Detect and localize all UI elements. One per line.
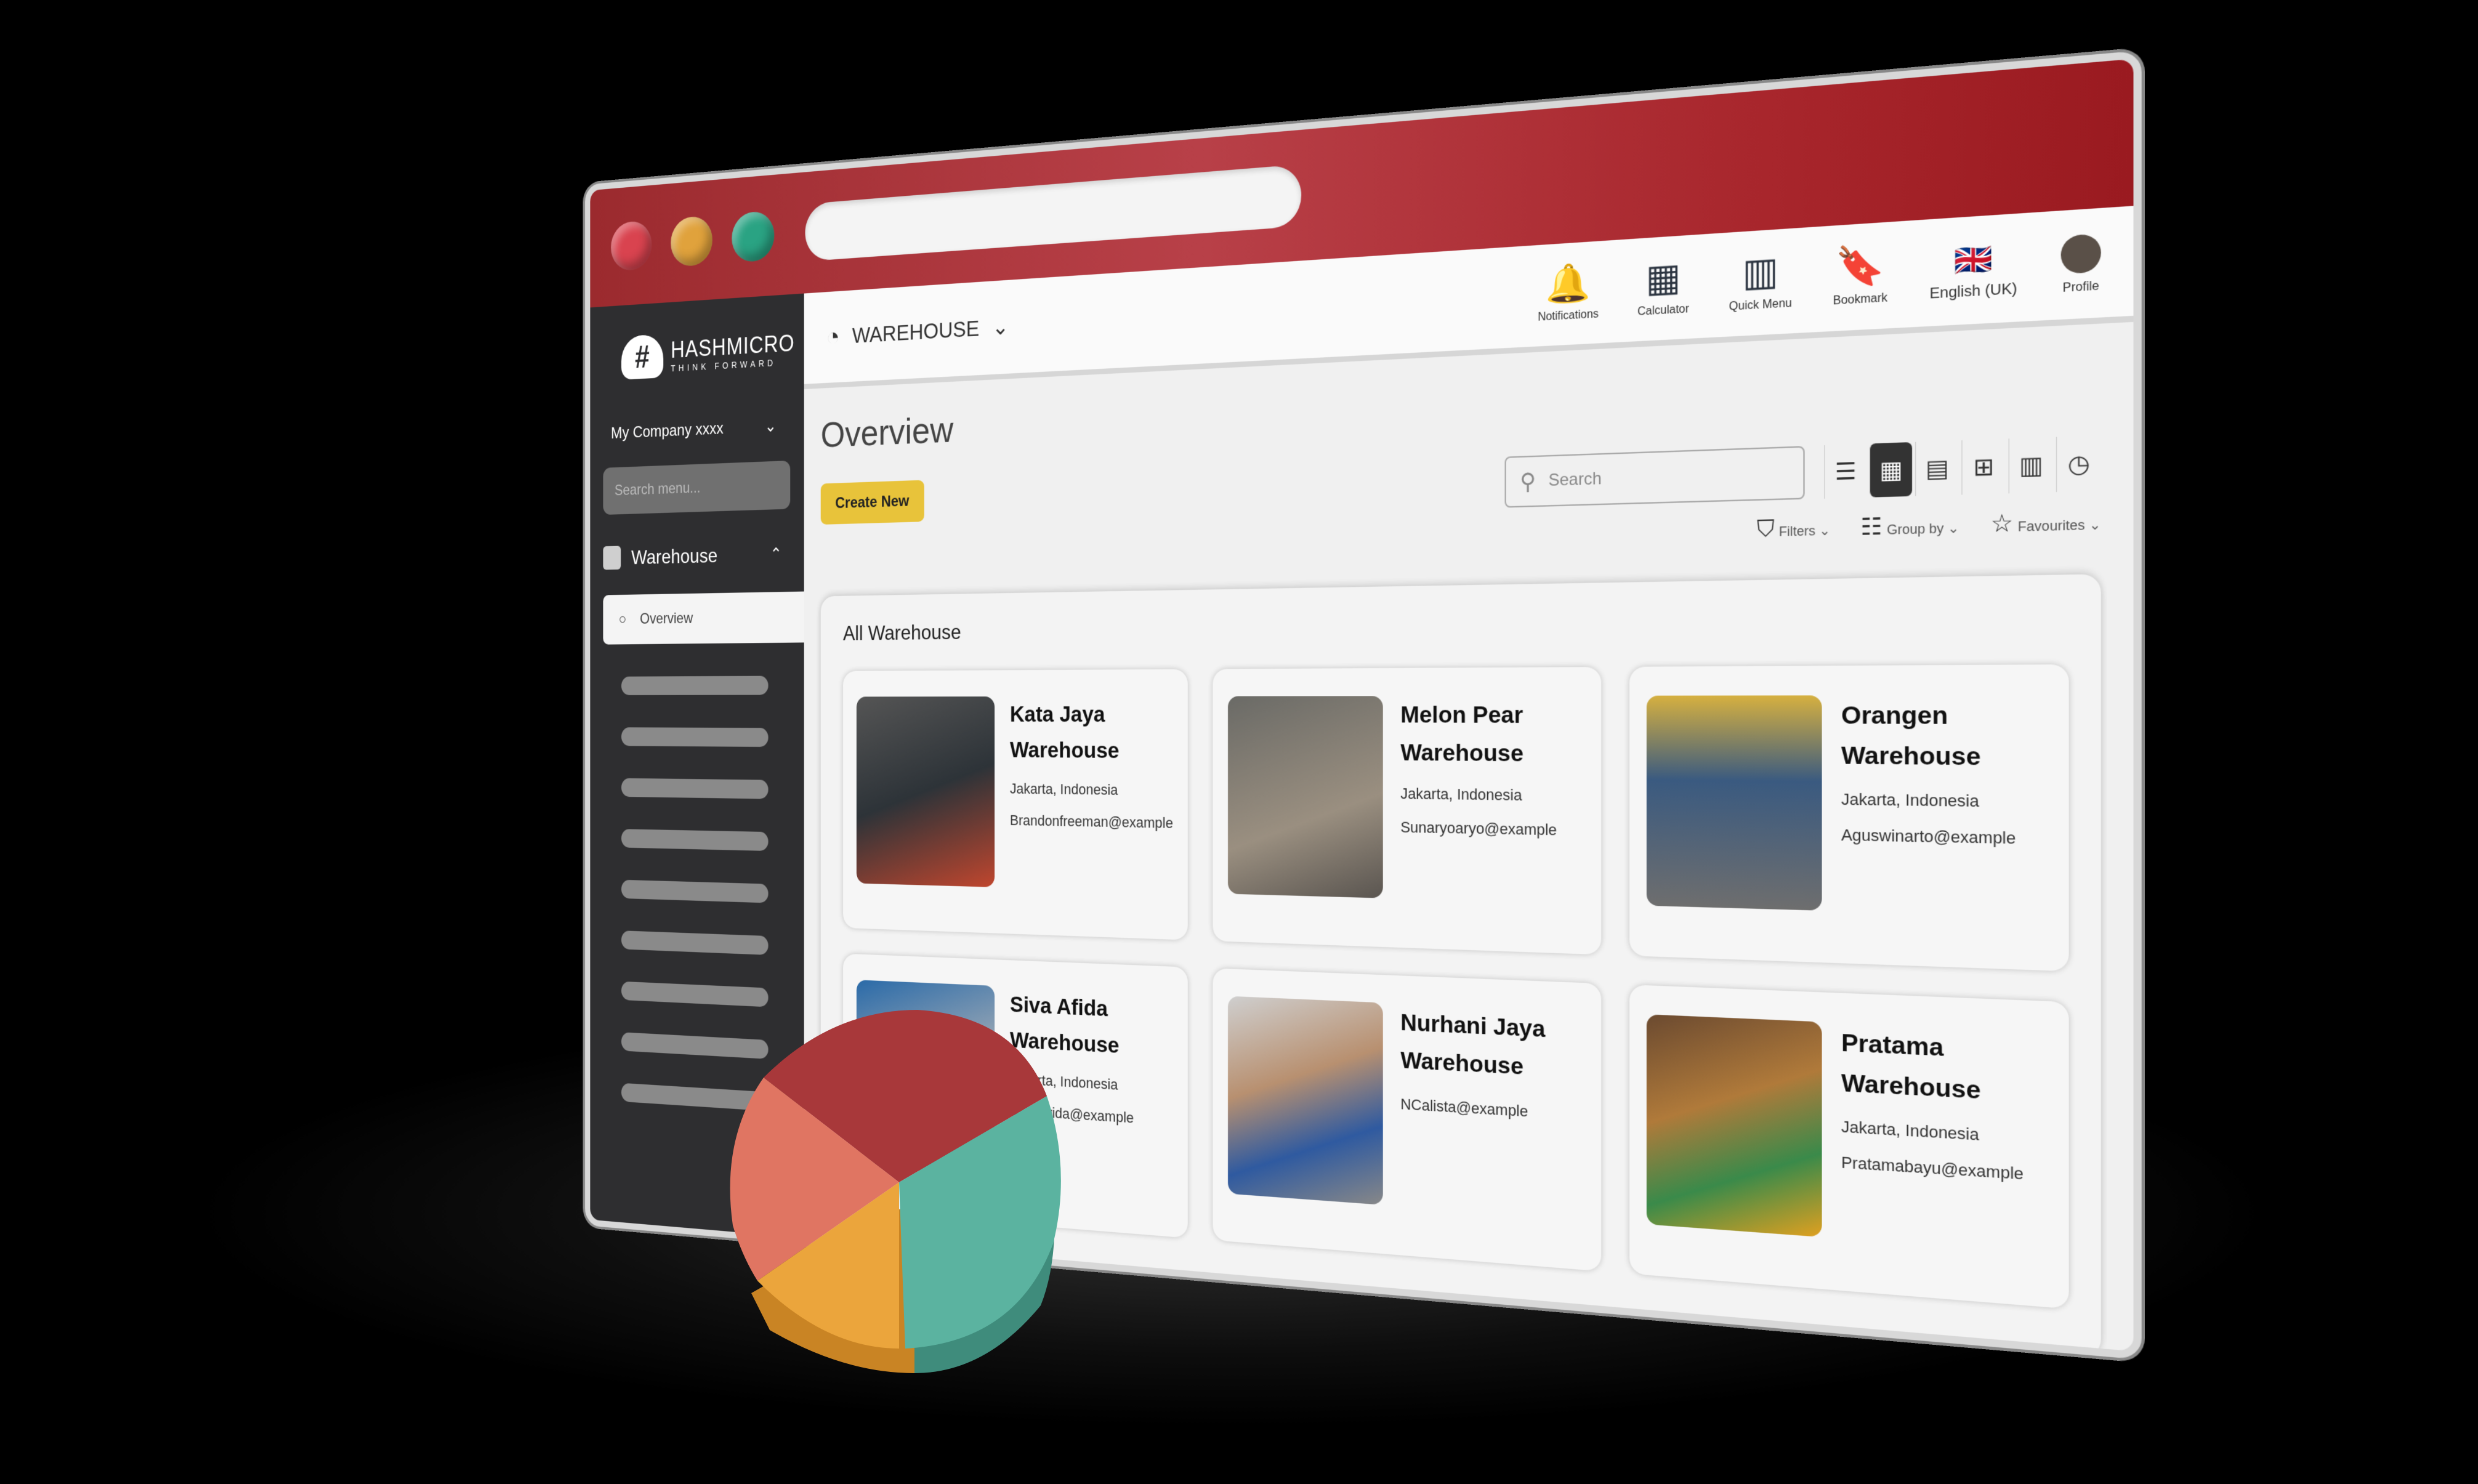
sidebar-placeholder-item[interactable] <box>621 880 769 903</box>
favourites-label: Favourites <box>2018 517 2085 534</box>
circle-icon: ○ <box>619 611 626 628</box>
company-selector[interactable]: My Company xxxx ⌄ <box>590 414 804 443</box>
warehouse-email: Pratamabayu@example <box>1841 1153 2050 1185</box>
view-switcher: ☰ ▦ ▤ ⊞ ▥ ◷ <box>1824 435 2101 499</box>
star-icon: ☆ <box>1990 509 2013 537</box>
filter-icon: ⛉ <box>1757 515 1775 542</box>
warehouse-icon <box>603 546 621 570</box>
sidebar-item-overview[interactable]: ○ Overview <box>603 592 804 645</box>
sidebar-placeholder-item[interactable] <box>621 930 769 955</box>
kanban-view-icon[interactable]: ▦ <box>1870 442 1912 498</box>
icon-label: Bookmark <box>1833 292 1887 308</box>
group-label: Warehouse <box>631 544 717 569</box>
bell-icon: 🔔 <box>1546 264 1591 304</box>
warehouse-card[interactable]: Orangen Warehouse Jakarta, Indonesia Agusw… <box>1629 664 2069 971</box>
bookmark-icon: 🔖 <box>1836 246 1885 288</box>
uk-flag-icon: 🇬🇧 <box>1954 244 1993 276</box>
group-by-button[interactable]: ☷ Group by ⌄ <box>1860 510 1959 541</box>
warehouse-email: NCalista@example <box>1400 1095 1584 1124</box>
chart-view-icon[interactable]: ▥ <box>2009 437 2053 494</box>
language-selector[interactable]: 🇬🇧 English (UK) <box>1929 243 2017 303</box>
warehouse-card[interactable]: Melon Pear Warehouse Jakarta, Indonesia Su… <box>1213 667 1601 954</box>
search-icon: ⚲ <box>1520 467 1536 495</box>
search-placeholder: Search <box>1548 469 1601 491</box>
profile-button[interactable]: Profile <box>2061 233 2101 296</box>
sidebar-group-warehouse[interactable]: Warehouse ⌃ <box>590 534 804 577</box>
warehouse-card[interactable]: Nurhani Jaya Warehouse NCalista@example <box>1213 968 1601 1271</box>
icon-label: Calculator <box>1637 303 1689 319</box>
module-title: WAREHOUSE <box>852 316 979 349</box>
warehouse-location: Jakarta, Indonesia <box>1010 780 1173 800</box>
warehouse-photo <box>1646 1014 1822 1237</box>
chevron-down-icon: ⌄ <box>765 416 777 437</box>
logo-cloud-icon: # <box>621 334 663 380</box>
warehouse-name: Orangen Warehouse <box>1841 695 2050 778</box>
group-by-label: Group by <box>1887 521 1943 538</box>
hashmicro-logo[interactable]: # HASHMICRO THINK FORWARD <box>590 319 804 388</box>
sidebar-placeholder-item[interactable] <box>621 778 769 799</box>
address-bar[interactable] <box>805 164 1301 262</box>
close-window-button[interactable] <box>611 220 652 272</box>
sidebar-placeholder-item[interactable] <box>621 829 769 851</box>
warehouse-name: Kata Jaya Warehouse <box>1010 696 1173 770</box>
group-by-icon: ☷ <box>1860 513 1882 541</box>
quick-menu-icon: ▥ <box>1742 252 1778 292</box>
warehouse-email: Brandonfreeman@example <box>1010 812 1173 832</box>
warehouse-location: Jakarta, Indonesia <box>1841 789 2050 812</box>
warehouse-photo <box>1646 695 1822 910</box>
chevron-down-icon: ⌄ <box>992 313 1009 341</box>
warehouse-email: Aguswinarto@example <box>1841 825 2050 849</box>
sidebar-placeholder-item[interactable] <box>621 727 769 747</box>
avatar <box>2061 233 2101 274</box>
company-name: My Company xxxx <box>611 419 724 443</box>
warehouse-location: Jakarta, Indonesia <box>1400 784 1584 805</box>
quick-menu-button[interactable]: ▥ Quick Menu <box>1729 251 1792 314</box>
pie-chart-icon: ◔ <box>826 322 840 352</box>
warehouse-photo <box>857 696 995 887</box>
filters-button[interactable]: ⛉ Filters ⌄ <box>1757 514 1831 544</box>
bell-button[interactable]: 🔔 Notifications <box>1538 264 1599 325</box>
maximize-window-button[interactable] <box>732 211 774 263</box>
favourites-button[interactable]: ☆ Favourites ⌄ <box>1990 506 2101 538</box>
profile-label: Profile <box>2063 280 2099 296</box>
warehouse-photo <box>1228 696 1383 898</box>
language-label: English (UK) <box>1929 281 2017 303</box>
minimize-window-button[interactable] <box>671 216 712 267</box>
warehouse-location: Jakarta, Indonesia <box>1841 1117 2050 1148</box>
chevron-up-icon: ⌃ <box>770 544 781 563</box>
calendar-view-icon[interactable]: ▤ <box>1915 440 1958 496</box>
list-view-icon[interactable]: ☰ <box>1824 444 1867 499</box>
pie-chart-decoration <box>696 961 1078 1379</box>
warehouse-name: Melon Pear Warehouse <box>1400 696 1584 774</box>
warehouse-photo <box>1228 996 1383 1205</box>
table-view-icon[interactable]: ⊞ <box>1961 439 2005 495</box>
sidebar-item-label: Overview <box>640 610 693 628</box>
icon-label: Quick Menu <box>1729 297 1792 313</box>
warehouse-card[interactable]: Kata Jaya Warehouse Jakarta, Indonesia Bra… <box>843 669 1188 940</box>
create-new-button[interactable]: Create New <box>821 480 924 525</box>
warehouse-card[interactable]: Pratama Warehouse Jakarta, Indonesia Prata… <box>1629 985 2069 1309</box>
sidebar-placeholder-item[interactable] <box>621 676 769 695</box>
warehouse-name: Nurhani Jaya Warehouse <box>1400 1004 1584 1090</box>
calculator-icon: ▦ <box>1645 258 1681 298</box>
bookmark-button[interactable]: 🔖 Bookmark <box>1833 245 1887 308</box>
icon-label: Notifications <box>1538 308 1599 324</box>
search-menu-input[interactable]: Search menu... <box>603 461 790 515</box>
module-selector[interactable]: ◔ WAREHOUSE ⌄ <box>826 312 1009 352</box>
search-input[interactable]: ⚲ Search <box>1504 446 1804 507</box>
warehouse-email: Sunaryoaryo@example <box>1400 818 1584 840</box>
activity-view-icon[interactable]: ◷ <box>2056 435 2101 492</box>
calculator-button[interactable]: ▦ Calculator <box>1637 258 1689 319</box>
warehouse-name: Pratama Warehouse <box>1841 1023 2050 1115</box>
panel-title: All Warehouse <box>843 605 2069 645</box>
filters-label: Filters <box>1779 523 1815 539</box>
